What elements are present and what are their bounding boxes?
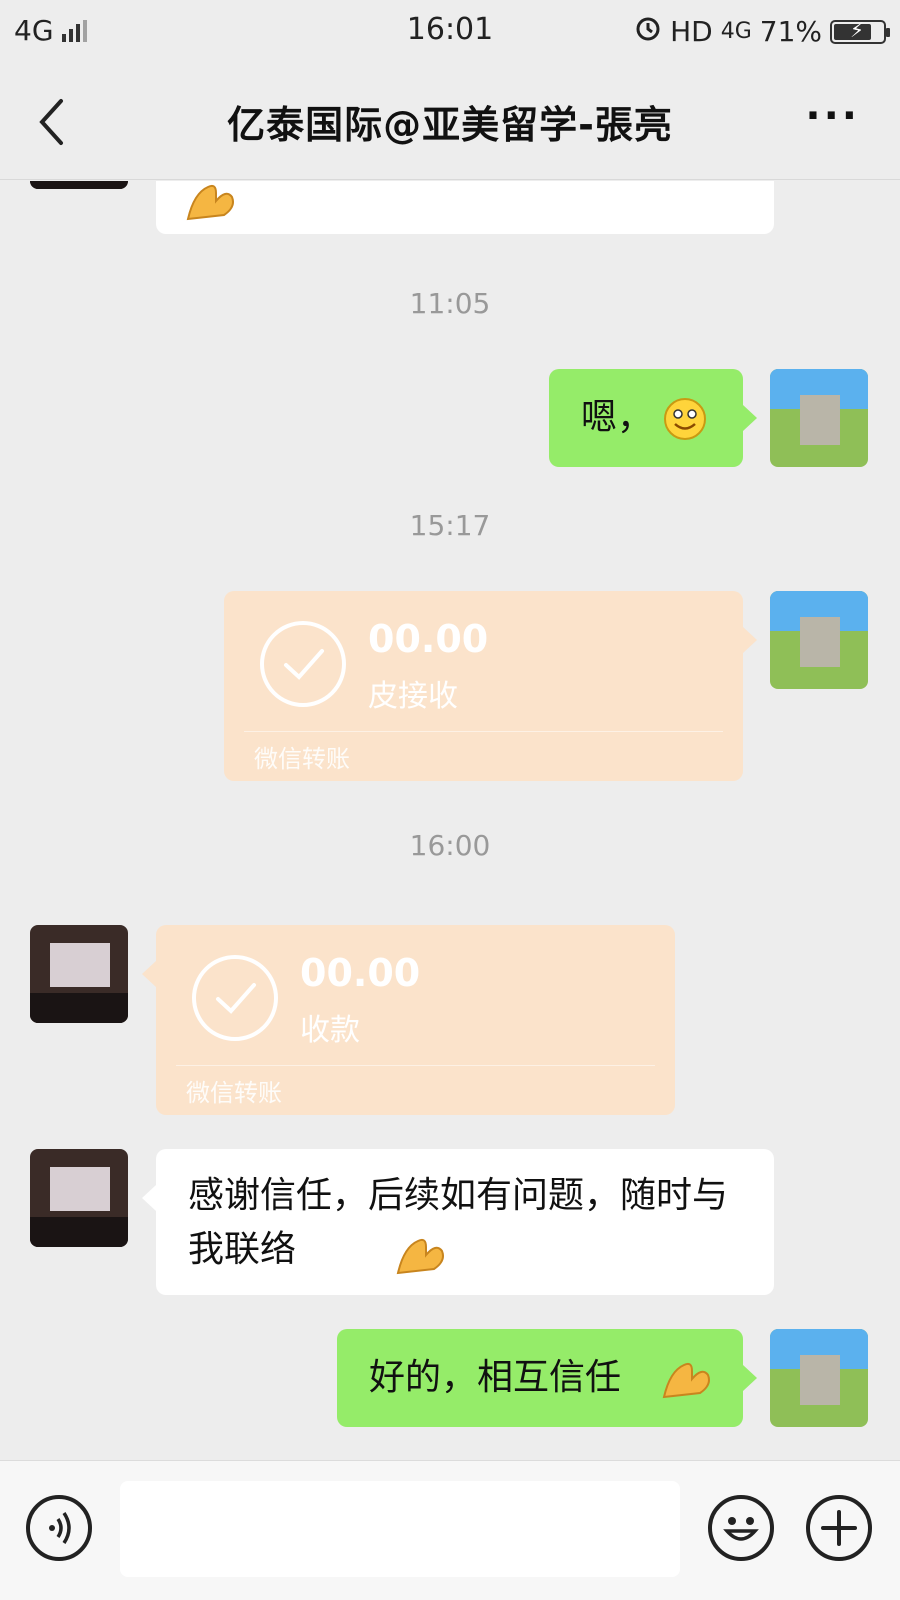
timestamp: 11:05 xyxy=(409,287,491,320)
chat-message-list[interactable]: 11:05 嗯， 15:17 00.00 皮接收 微信转账 16:00 00.0… xyxy=(0,181,900,1460)
input-bar xyxy=(0,1460,900,1600)
status-right: HD 4G 71% ⚡ xyxy=(634,14,890,49)
chat-header: 亿泰国际@亚美留学-張亮 ··· xyxy=(0,62,900,180)
smile-icon xyxy=(723,1517,759,1541)
sent-message-bubble[interactable]: 嗯， xyxy=(549,369,757,467)
transfer-card[interactable]: 00.00 收款 微信转账 xyxy=(142,925,675,1115)
voice-button[interactable] xyxy=(26,1495,92,1561)
ok-hand-emoji-icon xyxy=(396,1235,446,1291)
transfer-amount: 00.00 xyxy=(300,951,421,995)
message-text: 嗯， xyxy=(581,397,654,438)
contact-avatar[interactable] xyxy=(30,181,128,189)
check-circle-icon xyxy=(192,955,278,1041)
timestamp: 15:17 xyxy=(409,509,491,542)
my-avatar[interactable] xyxy=(770,1329,868,1427)
message-text: 感谢信任，后续如有问题，随时与我联络 xyxy=(188,1175,729,1270)
emoji-button[interactable] xyxy=(708,1495,774,1561)
message-bubble-partial[interactable] xyxy=(156,181,774,234)
transfer-status: 皮接收 xyxy=(368,679,458,714)
sent-message-bubble[interactable]: 好的，相互信任 xyxy=(337,1329,757,1427)
alarm-icon xyxy=(634,14,662,49)
my-avatar[interactable] xyxy=(770,369,868,467)
transfer-label: 微信转账 xyxy=(186,1079,282,1107)
status-bar: 4G 16:01 HD 4G 71% ⚡ xyxy=(0,0,900,62)
smile-emoji-icon xyxy=(663,397,707,457)
transfer-card[interactable]: 00.00 皮接收 微信转账 xyxy=(224,591,757,781)
transfer-amount: 00.00 xyxy=(368,617,489,661)
more-actions-button[interactable] xyxy=(806,1495,872,1561)
timestamp: 16:00 xyxy=(409,829,491,862)
voice-icon xyxy=(49,1512,71,1544)
plus-icon xyxy=(821,1510,857,1546)
transfer-label: 微信转账 xyxy=(254,745,350,773)
ok-hand-emoji-icon xyxy=(186,181,236,237)
message-input[interactable] xyxy=(120,1481,680,1577)
message-text: 好的，相互信任 xyxy=(369,1357,622,1398)
battery-percent: 71% xyxy=(759,15,822,48)
ok-hand-emoji-icon xyxy=(662,1359,712,1415)
contact-avatar[interactable] xyxy=(30,1149,128,1247)
received-message-bubble[interactable]: 感谢信任，后续如有问题，随时与我联络 xyxy=(142,1149,774,1295)
hd-badge: HD xyxy=(670,15,713,48)
network-type-right: 4G xyxy=(720,19,752,44)
chat-title: 亿泰国际@亚美留学-張亮 xyxy=(227,103,673,147)
check-circle-icon xyxy=(260,621,346,707)
my-avatar[interactable] xyxy=(770,591,868,689)
battery-icon: ⚡ xyxy=(830,18,890,44)
divider xyxy=(244,731,723,732)
divider xyxy=(176,1065,655,1066)
more-button[interactable]: ··· xyxy=(805,96,860,136)
contact-avatar[interactable] xyxy=(30,925,128,1023)
transfer-status: 收款 xyxy=(300,1013,360,1048)
